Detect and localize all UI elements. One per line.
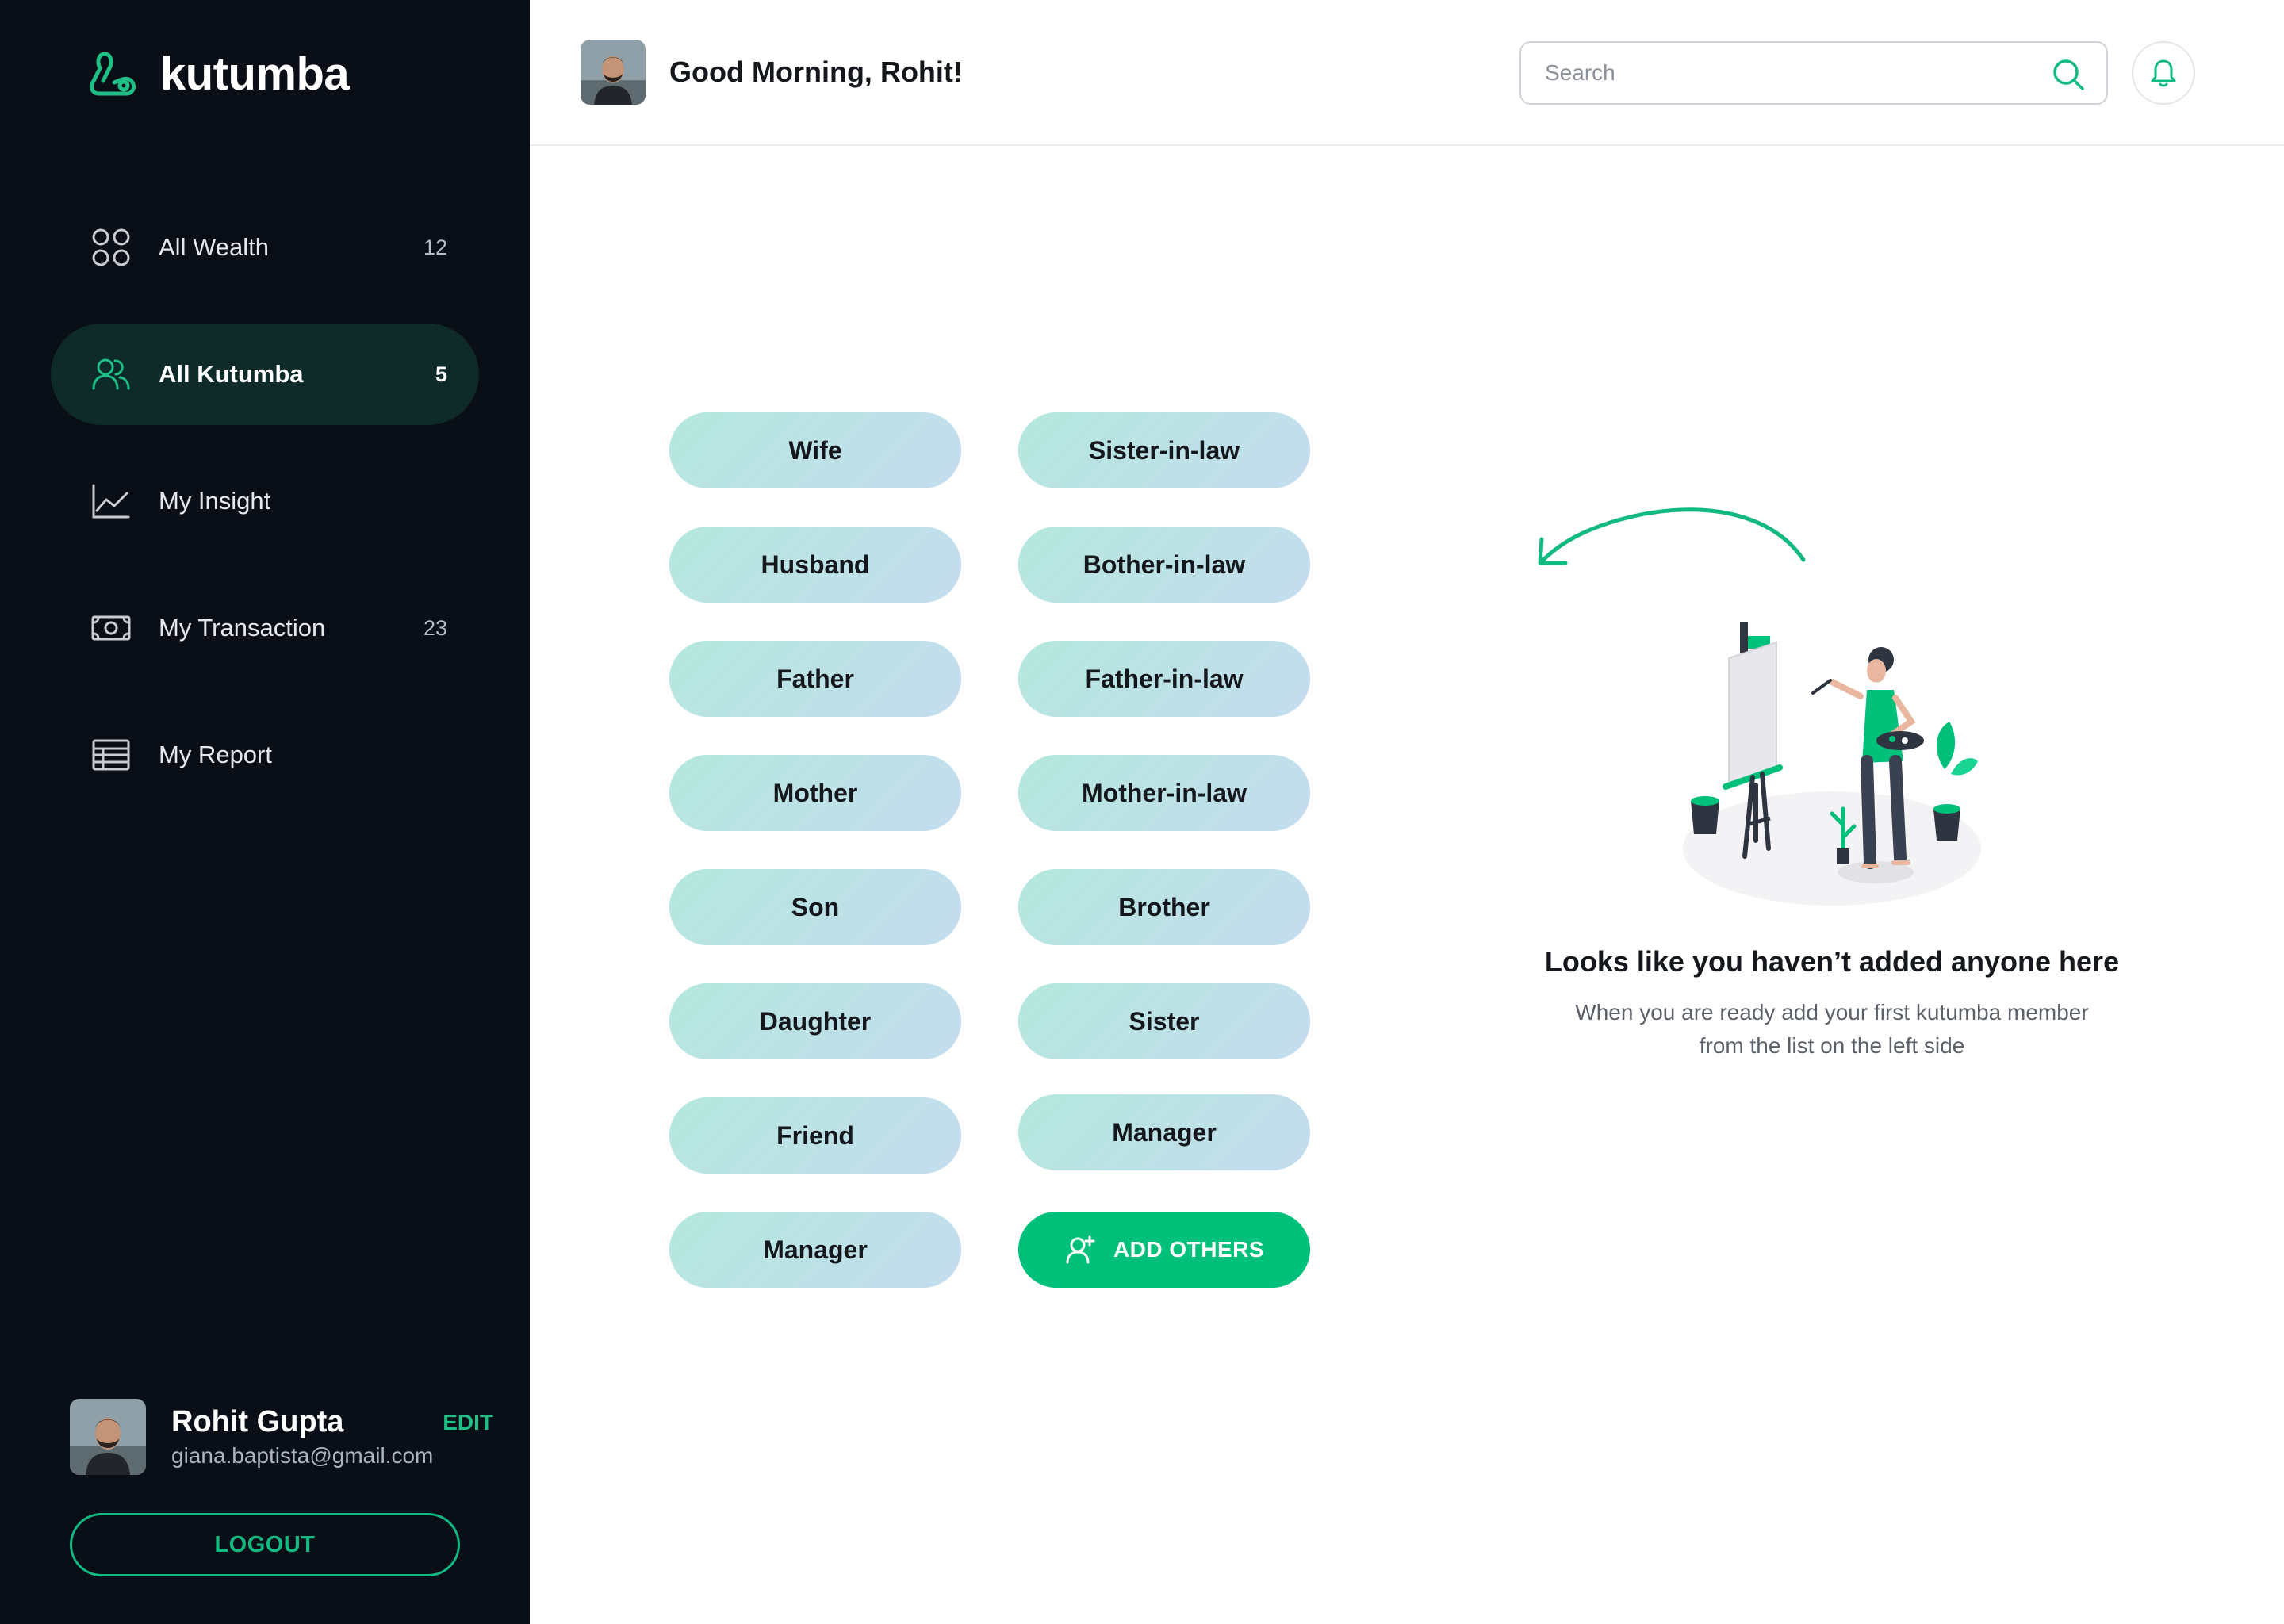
edit-profile-button[interactable]: EDIT xyxy=(443,1410,493,1435)
relation-chip-manager[interactable]: Manager xyxy=(669,1212,961,1288)
avatar[interactable] xyxy=(70,1399,146,1475)
sidebar-item-my-transaction[interactable]: My Transaction 23 xyxy=(51,577,479,679)
relation-chip-sister[interactable]: Sister xyxy=(1018,983,1310,1059)
search-input[interactable] xyxy=(1545,60,2037,86)
header-avatar[interactable] xyxy=(581,40,646,105)
relation-chip-brother-in-law[interactable]: Bother-in-law xyxy=(1018,527,1310,603)
logo-icon xyxy=(90,52,136,95)
sidebar-item-label: My Transaction xyxy=(159,614,326,642)
sidebar-item-my-report[interactable]: My Report xyxy=(51,704,479,806)
relation-chip-father[interactable]: Father xyxy=(669,641,961,717)
add-others-button[interactable]: ADD OTHERS xyxy=(1018,1212,1310,1288)
empty-state-title: Looks like you haven’t added anyone here xyxy=(1544,945,2120,978)
relation-chip-mother[interactable]: Mother xyxy=(669,755,961,831)
search-box xyxy=(1519,41,2108,105)
relation-chip-friend[interactable]: Friend xyxy=(669,1097,961,1174)
notifications-button[interactable] xyxy=(2132,41,2195,105)
relation-chip-wife[interactable]: Wife xyxy=(669,412,961,488)
sidebar-item-count: 23 xyxy=(423,615,447,640)
add-user-icon xyxy=(1066,1235,1095,1264)
money-icon xyxy=(91,615,131,641)
sidebar-item-my-insight[interactable]: My Insight xyxy=(51,450,479,552)
profile-name: Rohit Gupta xyxy=(171,1405,344,1438)
users-icon xyxy=(92,358,130,390)
relation-chip-husband[interactable]: Husband xyxy=(669,527,961,603)
logo[interactable]: kutumba xyxy=(87,48,350,101)
painter-illustration-icon xyxy=(1683,622,1981,906)
sidebar-item-label: My Insight xyxy=(159,487,271,515)
avatar-photo-icon xyxy=(70,1399,146,1475)
relation-chip-daughter[interactable]: Daughter xyxy=(669,983,961,1059)
top-header: Good Morning, Rohit! xyxy=(530,0,2284,146)
relation-chip-manager-2[interactable]: Manager xyxy=(1018,1094,1310,1170)
add-others-label: ADD OTHERS xyxy=(1113,1237,1265,1262)
profile-email: giana.baptista@gmail.com xyxy=(171,1443,434,1468)
relation-chip-father-in-law[interactable]: Father-in-law xyxy=(1018,641,1310,717)
greeting-title: Good Morning, Rohit! xyxy=(669,56,963,88)
sidebar-item-count: 12 xyxy=(423,235,447,259)
sidebar: kutumba All Wealth 12 All Kutumba 5 My I… xyxy=(0,0,530,1624)
sidebar-item-label: All Wealth xyxy=(159,233,269,261)
avatar-photo-icon xyxy=(581,40,646,105)
empty-state-description-line: from the list on the left side xyxy=(1699,1033,1965,1058)
sidebar-item-all-wealth[interactable]: All Wealth 12 xyxy=(51,197,479,298)
table-icon xyxy=(92,739,130,771)
app-name: kutumba xyxy=(160,48,350,100)
empty-state-description-line: When you are ready add your first kutumb… xyxy=(1575,1000,2089,1025)
relation-chip-son[interactable]: Son xyxy=(669,869,961,945)
sidebar-item-all-kutumba[interactable]: All Kutumba 5 xyxy=(51,324,479,425)
search-icon[interactable] xyxy=(2051,57,2086,92)
user-profile: Rohit Gupta giana.baptista@gmail.com EDI… xyxy=(70,1399,493,1478)
grid-circles-icon xyxy=(92,228,130,266)
sidebar-item-count: 5 xyxy=(435,362,447,386)
relation-chip-sister-in-law[interactable]: Sister-in-law xyxy=(1018,412,1310,488)
empty-state-description: When you are ready add your first kutumb… xyxy=(1531,996,2133,1063)
relation-chip-brother[interactable]: Brother xyxy=(1018,869,1310,945)
logout-button[interactable]: LOGOUT xyxy=(70,1513,460,1576)
curved-arrow-icon xyxy=(1538,508,1806,565)
sidebar-item-label: My Report xyxy=(159,741,272,768)
relation-chip-mother-in-law[interactable]: Mother-in-law xyxy=(1018,755,1310,831)
bell-icon xyxy=(2151,59,2176,87)
sidebar-item-label: All Kutumba xyxy=(159,360,304,388)
line-chart-icon xyxy=(92,484,130,519)
